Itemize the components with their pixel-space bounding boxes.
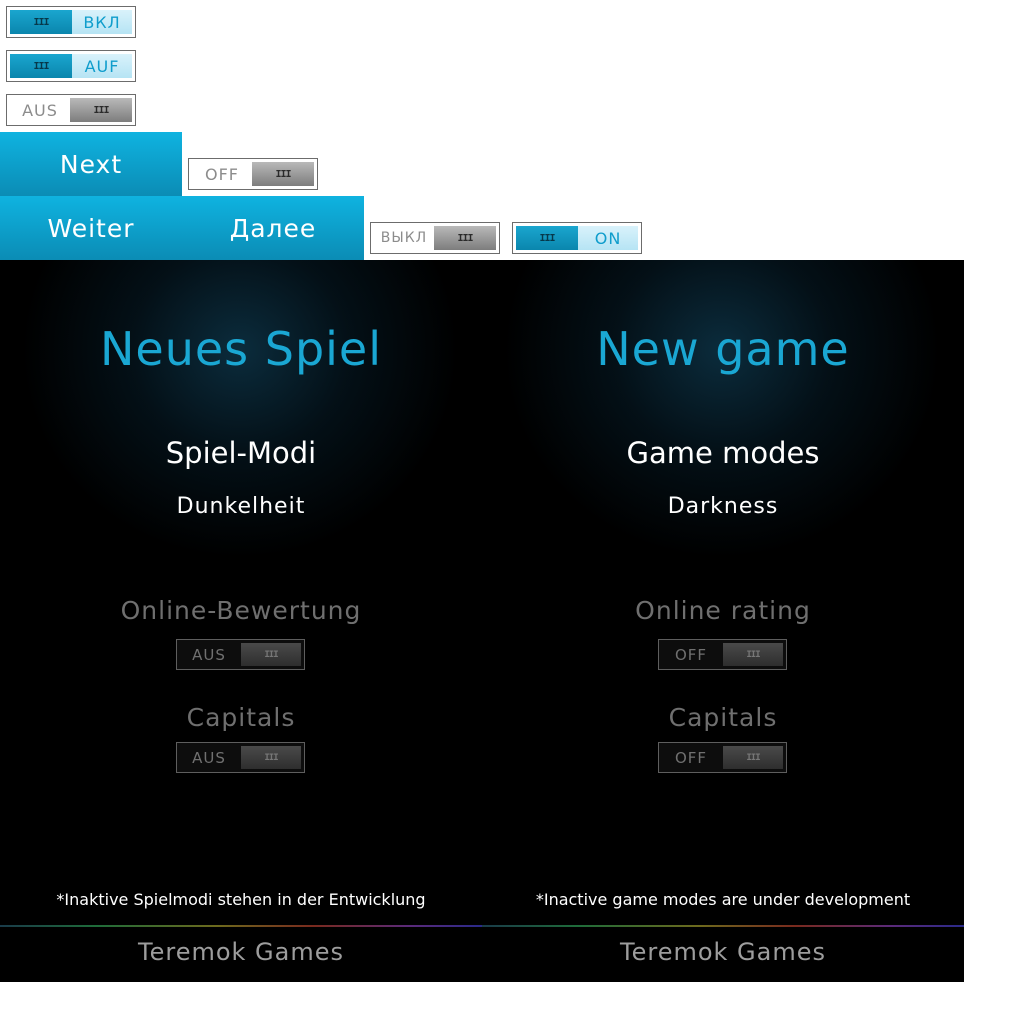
toggle-knob[interactable]: III — [723, 746, 783, 769]
modes-heading: Game modes — [626, 436, 820, 470]
toggle-label: OFF — [674, 645, 708, 664]
toggle-knob[interactable]: III — [70, 98, 132, 122]
mode-darkness[interactable]: Dunkelheit — [0, 494, 482, 519]
grip-icon: III — [93, 104, 109, 116]
divider — [482, 925, 964, 927]
toggle-knob[interactable]: III — [241, 746, 301, 769]
toggle-on[interactable]: III ON — [512, 222, 642, 254]
development-note: *Inaktive Spielmodi stehen in der Entwic… — [56, 890, 426, 909]
toggle-aus[interactable]: AUS III — [6, 94, 136, 126]
grip-icon: III — [33, 60, 49, 72]
toggle-label: AUS — [192, 645, 226, 664]
toggle-knob[interactable]: III — [241, 643, 301, 666]
mode-darkness[interactable]: Darkness — [482, 494, 964, 519]
toggle-label: ВКЛ — [72, 10, 132, 34]
online-rating-toggle[interactable]: OFF III — [658, 639, 787, 670]
brand-label: Teremok Games — [138, 938, 344, 966]
divider — [0, 925, 482, 927]
modes-heading: Spiel-Modi — [165, 436, 317, 470]
online-rating-toggle[interactable]: AUS III — [176, 639, 305, 670]
grip-icon: III — [539, 232, 555, 244]
toggle-knob[interactable]: III — [516, 226, 578, 250]
capitals-toggle[interactable]: AUS III — [176, 742, 305, 773]
toggle-label: ON — [578, 226, 638, 250]
next-button[interactable]: Next — [0, 132, 182, 196]
toggle-knob[interactable]: III — [723, 643, 783, 666]
grip-icon: III — [264, 649, 278, 660]
toggle-label: AUS — [192, 748, 226, 767]
page-title: New game — [596, 322, 850, 376]
panel-english: New game Game modes Darkness Online rati… — [482, 260, 964, 982]
toggle-vykl[interactable]: ВЫКЛ III — [370, 222, 500, 254]
page-title: Neues Spiel — [99, 322, 382, 376]
game-screen: Neues Spiel Spiel-Modi Dunkelheit Online… — [0, 260, 964, 982]
grip-icon: III — [33, 16, 49, 28]
option-capitals-label: Capitals — [668, 703, 778, 732]
grip-icon: III — [457, 232, 473, 244]
toggle-knob[interactable]: III — [10, 54, 72, 78]
brand-label: Teremok Games — [620, 938, 826, 966]
weiter-button[interactable]: Weiter — [0, 196, 182, 260]
grip-icon: III — [275, 168, 291, 180]
toggle-label: ВЫКЛ — [380, 230, 428, 246]
toggle-knob[interactable]: III — [252, 162, 314, 186]
option-online-rating-label: Online-Bewertung — [120, 596, 362, 625]
toggle-vkl[interactable]: III ВКЛ — [6, 6, 136, 38]
grip-icon: III — [746, 649, 760, 660]
panel-german: Neues Spiel Spiel-Modi Dunkelheit Online… — [0, 260, 482, 982]
option-online-rating-label: Online rating — [635, 596, 811, 625]
dalee-button[interactable]: Далее — [182, 196, 364, 260]
capitals-toggle[interactable]: OFF III — [658, 742, 787, 773]
grip-icon: III — [264, 752, 278, 763]
option-capitals-label: Capitals — [186, 703, 296, 732]
toggle-label: OFF — [674, 748, 708, 767]
toggle-label: AUS — [22, 100, 58, 120]
toggle-knob[interactable]: III — [434, 226, 496, 250]
toggle-label: OFF — [205, 164, 239, 184]
toggle-label: AUF — [72, 54, 132, 78]
toggle-off[interactable]: OFF III — [188, 158, 318, 190]
grip-icon: III — [746, 752, 760, 763]
toggle-auf[interactable]: III AUF — [6, 50, 136, 82]
development-note: *Inactive game modes are under developme… — [535, 890, 911, 909]
toggle-knob[interactable]: III — [10, 10, 72, 34]
